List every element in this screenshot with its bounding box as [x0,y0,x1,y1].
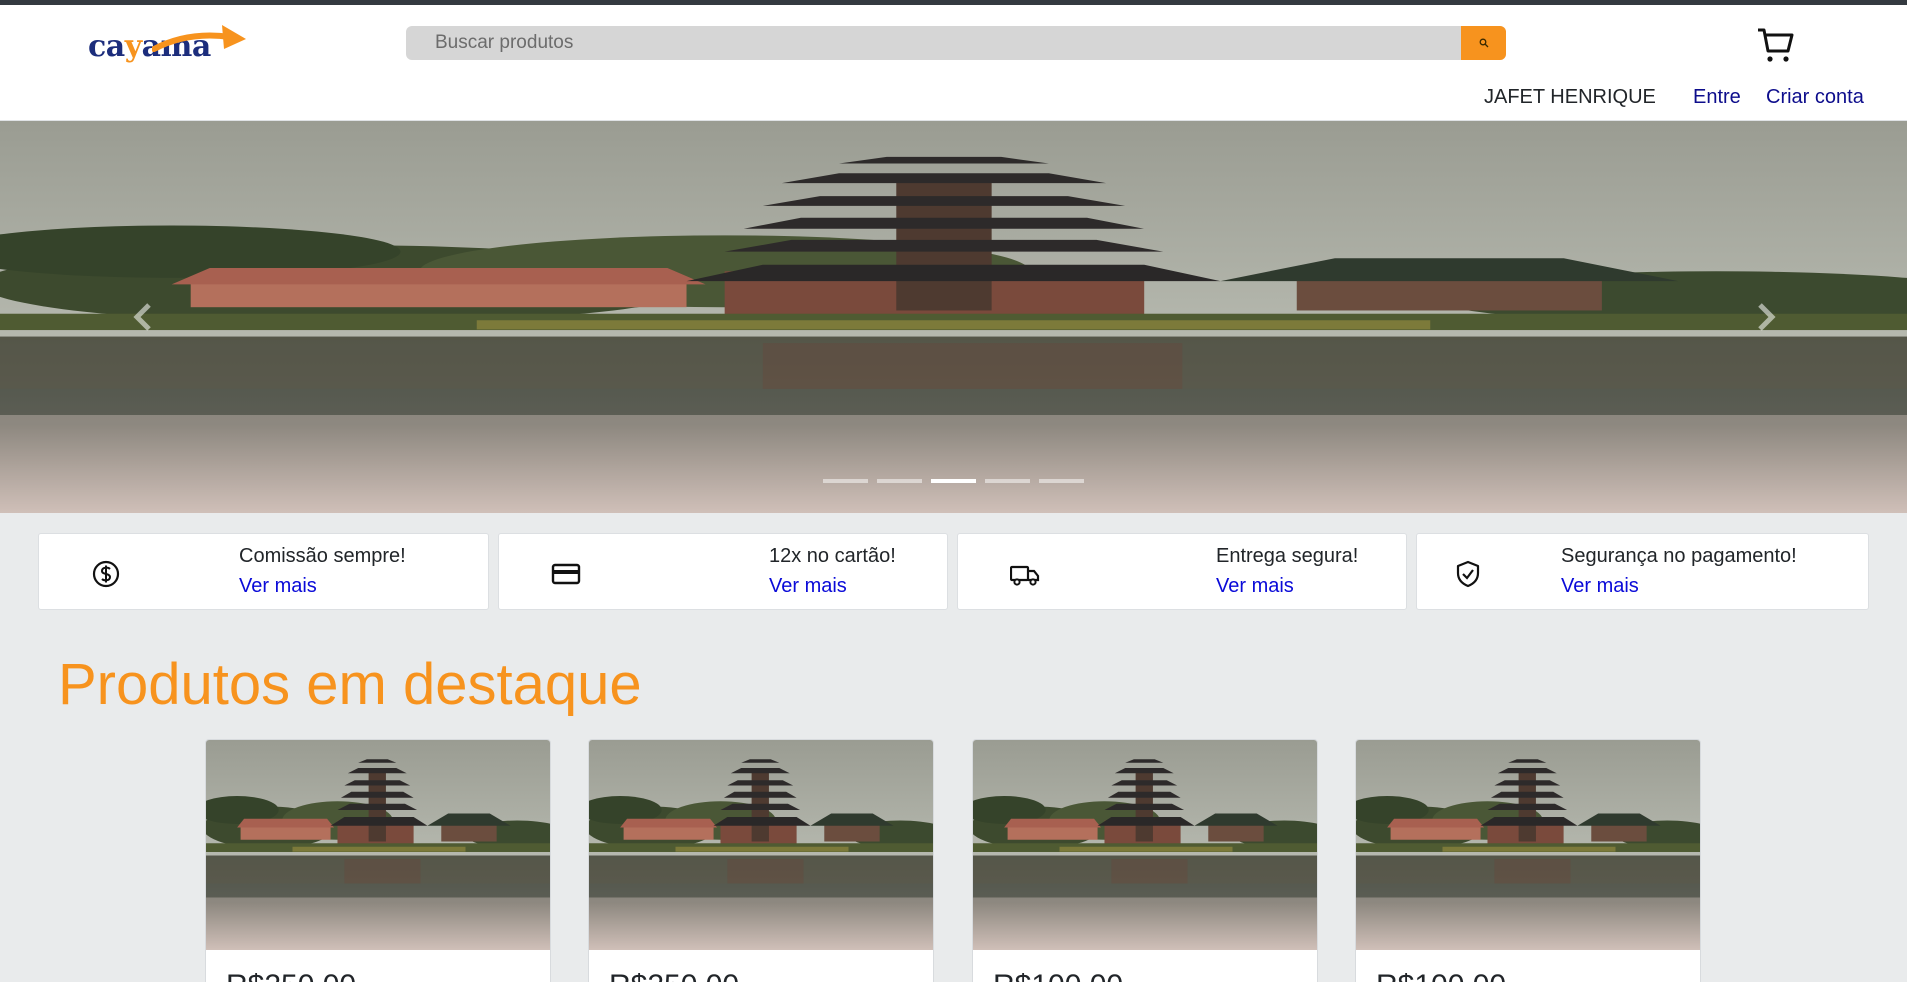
search-bar [406,26,1506,60]
feature-card-commission: Comissão sempre! Ver mais [38,533,489,610]
carousel-indicators [823,479,1084,483]
site-header: cayama JAFET HENRIQUE Entre Criar conta [0,5,1907,121]
signup-link[interactable]: Criar conta [1766,86,1864,109]
product-price: R$250,00 [226,969,356,982]
feature-link[interactable]: Ver mais [1561,575,1639,598]
logo[interactable]: cayama [88,19,248,69]
feature-link[interactable]: Ver mais [1216,575,1294,598]
feature-title: Entrega segura! [1216,545,1359,567]
product-price: R$100,00 [993,969,1123,982]
feature-title: 12x no cartão! [769,545,896,567]
feature-card-installments: 12x no cartão! Ver mais [498,533,948,610]
cart-icon[interactable] [1755,25,1795,65]
truck-icon [1010,565,1040,586]
carousel-prev-icon[interactable] [125,297,165,337]
hero-carousel [0,121,1907,513]
product-card[interactable]: R$100,00 [1355,739,1701,982]
product-image [973,740,1317,950]
product-image [1356,740,1700,950]
product-price: R$100,00 [1376,969,1506,982]
shield-check-icon [1456,560,1480,588]
search-icon [1479,38,1488,48]
carousel-indicator-active[interactable] [931,479,976,483]
carousel-indicator[interactable] [985,479,1030,483]
feature-title: Segurança no pagamento! [1561,545,1797,567]
feature-link[interactable]: Ver mais [769,575,847,598]
logo-arrow-icon [152,25,246,52]
featured-products-title: Produtos em destaque [58,652,642,717]
product-card[interactable]: R$250,00 [205,739,551,982]
product-image [206,740,550,950]
features-bar: Comissão sempre! Ver mais 12x no cartão!… [38,533,1869,610]
credit-card-icon [551,563,581,585]
search-button[interactable] [1461,26,1506,60]
carousel-indicator[interactable] [877,479,922,483]
feature-card-delivery: Entrega segura! Ver mais [957,533,1407,610]
product-card[interactable]: R$250,00 [588,739,934,982]
carousel-indicator[interactable] [823,479,868,483]
product-card[interactable]: R$100,00 [972,739,1318,982]
carousel-next-icon[interactable] [1744,297,1784,337]
feature-card-security: Segurança no pagamento! Ver mais [1416,533,1869,610]
search-input[interactable] [406,26,1461,60]
user-name: JAFET HENRIQUE [1484,86,1656,108]
feature-title: Comissão sempre! [239,545,406,567]
product-image [589,740,933,950]
feature-link[interactable]: Ver mais [239,575,317,598]
carousel-indicator[interactable] [1039,479,1084,483]
hero-image [0,121,1907,513]
product-price: R$250,00 [609,969,739,982]
dollar-circle-icon [92,560,120,588]
login-link[interactable]: Entre [1693,86,1741,109]
